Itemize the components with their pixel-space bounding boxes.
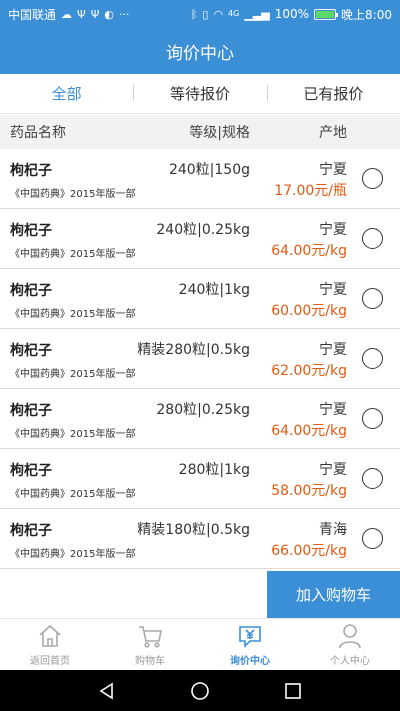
battery-icon	[314, 8, 339, 20]
item-standard: 《中国药典》2015年版一部	[10, 489, 136, 500]
filter-tabs: 全部 等待报价 已有报价	[0, 74, 400, 114]
usb-debug-icon: Ψ	[90, 7, 100, 21]
column-header: 药品名称 等级|规格 产地	[0, 115, 400, 149]
more-notifications-icon: ···	[118, 7, 130, 21]
nav-cart-label: 购物车	[135, 656, 165, 667]
list-item[interactable]: 枸杞子 《中国药典》2015年版一部 精装180粒|0.5kg 青海 66.00…	[0, 509, 400, 569]
item-standard: 《中国药典》2015年版一部	[10, 429, 136, 440]
inquiry-icon	[239, 626, 261, 648]
item-name: 枸杞子	[10, 463, 52, 479]
list-item[interactable]: 枸杞子 《中国药典》2015年版一部 240粒|0.25kg 宁夏 64.00元…	[0, 209, 400, 269]
item-name: 枸杞子	[10, 283, 52, 299]
item-name: 枸杞子	[10, 223, 52, 239]
item-origin: 宁夏	[319, 282, 347, 298]
home-circle-icon[interactable]	[190, 681, 210, 701]
item-price: 58.00元/kg	[271, 483, 347, 499]
tab-all[interactable]: 全部	[0, 83, 133, 104]
select-radio[interactable]	[362, 228, 383, 249]
system-nav-bar	[0, 670, 400, 711]
battery-fill	[316, 10, 335, 18]
item-standard: 《中国药典》2015年版一部	[10, 189, 136, 200]
item-spec: 280粒|0.25kg	[156, 402, 250, 418]
carrier-label: 中国联通	[8, 7, 57, 22]
wifi-icon: ◠	[213, 7, 224, 21]
item-spec: 精装180粒|0.5kg	[137, 522, 250, 538]
signal-icon: ▁▃▅	[244, 7, 270, 21]
item-name: 枸杞子	[10, 343, 52, 359]
vibrate-icon: ▯	[202, 7, 209, 21]
item-origin: 青海	[319, 522, 347, 538]
page-title: 询价中心	[166, 43, 234, 64]
user-icon	[339, 624, 361, 649]
item-price: 17.00元/瓶	[274, 183, 347, 199]
status-bar: 中国联通 ☁ Ψ Ψ ◐ ··· ᛒ ▯ ◠ 4G ▁▃▅ 100% 晚上8:0…	[0, 0, 400, 28]
column-origin: 产地	[319, 125, 347, 141]
recents-icon[interactable]	[283, 681, 303, 701]
nav-home-label: 返回首页	[30, 656, 70, 667]
item-spec: 280粒|1kg	[178, 462, 250, 478]
battery-percent: 100%	[274, 7, 310, 21]
list-item[interactable]: 枸杞子 《中国药典》2015年版一部 280粒|0.25kg 宁夏 64.00元…	[0, 389, 400, 449]
bluetooth-icon: ᛒ	[190, 7, 198, 21]
nav-cart[interactable]: 购物车	[100, 619, 200, 670]
clock: 晚上8:00	[341, 7, 392, 22]
item-standard: 《中国药典》2015年版一部	[10, 249, 136, 260]
item-price: 64.00元/kg	[271, 243, 347, 259]
item-name: 枸杞子	[10, 403, 52, 419]
item-spec: 240粒|150g	[168, 162, 250, 178]
usb-icon: Ψ	[77, 7, 86, 21]
item-origin: 宁夏	[319, 342, 347, 358]
item-name: 枸杞子	[10, 163, 52, 179]
item-origin: 宁夏	[319, 462, 347, 478]
cart-icon	[139, 626, 162, 648]
home-icon	[39, 624, 61, 647]
nav-profile-label: 个人中心	[330, 656, 370, 667]
select-radio[interactable]	[362, 528, 383, 549]
item-origin: 宁夏	[319, 162, 347, 178]
nav-inquiry-label: 询价中心	[230, 656, 270, 667]
select-radio[interactable]	[362, 408, 383, 429]
network-type-label: 4G	[228, 9, 240, 18]
inquiry-list: 枸杞子 《中国药典》2015年版一部 240粒|150g 宁夏 17.00元/瓶…	[0, 149, 400, 569]
list-item[interactable]: 枸杞子 《中国药典》2015年版一部 280粒|1kg 宁夏 58.00元/kg	[0, 449, 400, 509]
column-name: 药品名称	[10, 125, 66, 141]
item-spec: 240粒|0.25kg	[156, 222, 250, 238]
tab-quoted[interactable]: 已有报价	[266, 83, 400, 104]
item-price: 62.00元/kg	[271, 363, 347, 379]
list-item[interactable]: 枸杞子 《中国药典》2015年版一部 240粒|150g 宁夏 17.00元/瓶	[0, 149, 400, 209]
cloud-icon: ☁	[61, 7, 73, 21]
select-radio[interactable]	[362, 348, 383, 369]
item-price: 66.00元/kg	[271, 543, 347, 559]
item-price: 60.00元/kg	[271, 303, 347, 319]
nav-home[interactable]: 返回首页	[0, 619, 100, 670]
nav-inquiry[interactable]: 询价中心	[200, 619, 300, 670]
back-icon[interactable]	[97, 681, 117, 701]
item-standard: 《中国药典》2015年版一部	[10, 549, 136, 560]
bottom-nav: 返回首页 购物车 询价中心 个人中心	[0, 618, 400, 670]
item-name: 枸杞子	[10, 523, 52, 539]
title-bar: 询价中心	[0, 28, 400, 74]
item-standard: 《中国药典》2015年版一部	[10, 369, 136, 380]
nav-profile[interactable]: 个人中心	[300, 619, 400, 670]
item-standard: 《中国药典》2015年版一部	[10, 309, 136, 320]
column-spec: 等级|规格	[189, 125, 250, 141]
list-item[interactable]: 枸杞子 《中国药典》2015年版一部 精装280粒|0.5kg 宁夏 62.00…	[0, 329, 400, 389]
item-origin: 宁夏	[319, 222, 347, 238]
list-item[interactable]: 枸杞子 《中国药典》2015年版一部 240粒|1kg 宁夏 60.00元/kg	[0, 269, 400, 329]
select-radio[interactable]	[362, 288, 383, 309]
select-radio[interactable]	[362, 168, 383, 189]
tab-awaiting-quote[interactable]: 等待报价	[133, 83, 266, 104]
item-spec: 精装280粒|0.5kg	[137, 342, 250, 358]
add-to-cart-button[interactable]: 加入购物车	[267, 571, 400, 618]
select-radio[interactable]	[362, 468, 383, 489]
item-spec: 240粒|1kg	[178, 282, 250, 298]
item-origin: 宁夏	[319, 402, 347, 418]
app-notification-icon: ◐	[104, 7, 114, 21]
item-price: 64.00元/kg	[271, 423, 347, 439]
